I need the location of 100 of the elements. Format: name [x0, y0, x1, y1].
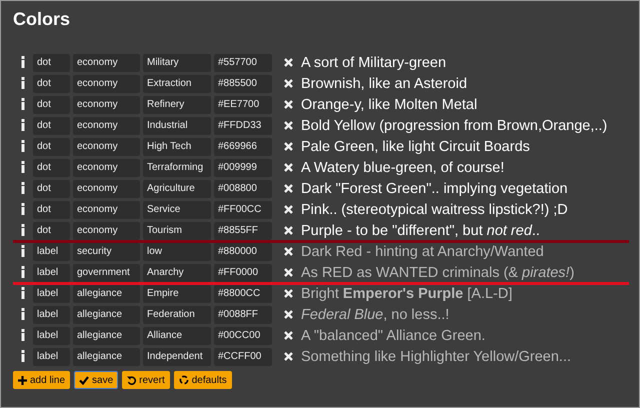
hex-field[interactable]: #8855FF	[214, 222, 272, 240]
close-icon[interactable]	[284, 58, 293, 67]
info-icon[interactable]	[21, 328, 25, 340]
close-icon[interactable]	[284, 205, 293, 214]
recycle-icon	[178, 375, 189, 385]
category-field[interactable]: economy	[73, 116, 140, 134]
type-field[interactable]: dot	[33, 96, 70, 114]
type-field[interactable]: label	[33, 326, 70, 344]
close-icon[interactable]	[284, 310, 293, 319]
close-icon[interactable]	[284, 352, 293, 361]
info-icon[interactable]	[21, 350, 25, 362]
hex-field[interactable]: #885500	[214, 74, 272, 92]
name-field[interactable]: Federation	[143, 306, 211, 324]
info-icon[interactable]	[21, 308, 25, 320]
category-field[interactable]: allegiance	[73, 348, 140, 366]
hex-field[interactable]: #8800CC	[214, 284, 272, 302]
type-field[interactable]: dot	[33, 54, 70, 72]
close-icon[interactable]	[284, 268, 293, 277]
description: Something like Highlighter Yellow/Green...	[301, 348, 572, 364]
name-field[interactable]: Industrial	[143, 116, 211, 134]
plus-icon	[18, 376, 27, 384]
type-field[interactable]: dot	[33, 222, 70, 240]
category-field[interactable]: allegiance	[73, 326, 140, 344]
name-field[interactable]: Terraforming	[143, 158, 211, 176]
toolbar-button[interactable]: add line	[13, 371, 70, 389]
hex-field[interactable]: #00CC00	[214, 326, 272, 344]
info-icon[interactable]	[21, 244, 25, 256]
hex-field[interactable]: #557700	[214, 54, 272, 72]
category-field[interactable]: economy	[73, 158, 140, 176]
info-icon[interactable]	[21, 118, 25, 130]
type-field[interactable]: dot	[33, 74, 70, 92]
close-icon[interactable]	[284, 289, 293, 298]
name-field[interactable]: Tourism	[143, 222, 211, 240]
type-field[interactable]: dot	[33, 200, 70, 218]
info-icon[interactable]	[21, 266, 25, 278]
toolbar-button[interactable]: save	[74, 371, 118, 389]
category-field[interactable]: government	[73, 264, 140, 282]
type-field[interactable]: label	[33, 242, 70, 260]
type-field[interactable]: label	[33, 264, 70, 282]
category-field[interactable]: allegiance	[73, 306, 140, 324]
info-icon[interactable]	[21, 182, 25, 194]
name-field[interactable]: Anarchy	[143, 264, 211, 282]
close-icon[interactable]	[284, 142, 293, 151]
toolbar-button[interactable]: revert	[122, 371, 170, 389]
category-field[interactable]: allegiance	[73, 284, 140, 302]
hex-field[interactable]: #CCFF00	[214, 348, 272, 366]
hex-field[interactable]: #009999	[214, 158, 272, 176]
name-field[interactable]: Extraction	[143, 74, 211, 92]
description: Bold Yellow (progression from Brown,Orange,..)	[301, 118, 608, 134]
name-field[interactable]: High Tech	[143, 138, 211, 156]
info-icon[interactable]	[21, 202, 25, 214]
info-icon[interactable]	[21, 98, 25, 110]
category-field[interactable]: security	[73, 242, 140, 260]
type-field[interactable]: label	[33, 284, 70, 302]
info-icon[interactable]	[21, 224, 25, 236]
hex-field[interactable]: #FF0000	[214, 264, 272, 282]
description: Dark Red - hinting at Anarchy/Wanted	[301, 244, 544, 260]
name-field[interactable]: Service	[143, 200, 211, 218]
close-icon[interactable]	[284, 331, 293, 340]
close-icon[interactable]	[284, 226, 293, 235]
hex-field[interactable]: #EE7700	[214, 96, 272, 114]
type-field[interactable]: label	[33, 306, 70, 324]
info-icon[interactable]	[21, 56, 25, 68]
hex-field[interactable]: #FF00CC	[214, 200, 272, 218]
category-field[interactable]: economy	[73, 180, 140, 198]
close-icon[interactable]	[284, 121, 293, 130]
close-icon[interactable]	[284, 184, 293, 193]
name-field[interactable]: Independent	[143, 348, 211, 366]
category-field[interactable]: economy	[73, 138, 140, 156]
name-field[interactable]: Agriculture	[143, 180, 211, 198]
close-icon[interactable]	[284, 79, 293, 88]
close-icon[interactable]	[284, 247, 293, 256]
category-field[interactable]: economy	[73, 74, 140, 92]
category-field[interactable]: economy	[73, 54, 140, 72]
name-field[interactable]: Empire	[143, 284, 211, 302]
hex-field[interactable]: #880000	[214, 242, 272, 260]
info-icon[interactable]	[21, 76, 25, 88]
name-field[interactable]: Military	[143, 54, 211, 72]
type-field[interactable]: dot	[33, 158, 70, 176]
description: As RED as WANTED criminals (& pirates!)	[301, 264, 574, 280]
category-field[interactable]: economy	[73, 222, 140, 240]
type-field[interactable]: label	[33, 348, 70, 366]
hex-field[interactable]: #008800	[214, 180, 272, 198]
category-field[interactable]: economy	[73, 200, 140, 218]
info-icon[interactable]	[21, 140, 25, 152]
info-icon[interactable]	[21, 286, 25, 298]
hex-field[interactable]: #FFDD33	[214, 116, 272, 134]
close-icon[interactable]	[284, 100, 293, 109]
hex-field[interactable]: #669966	[214, 138, 272, 156]
info-icon[interactable]	[21, 160, 25, 172]
toolbar-button[interactable]: defaults	[174, 371, 232, 389]
category-field[interactable]: economy	[73, 96, 140, 114]
name-field[interactable]: Alliance	[143, 326, 211, 344]
name-field[interactable]: Refinery	[143, 96, 211, 114]
type-field[interactable]: dot	[33, 116, 70, 134]
close-icon[interactable]	[284, 163, 293, 172]
name-field[interactable]: low	[143, 242, 211, 260]
type-field[interactable]: dot	[33, 180, 70, 198]
type-field[interactable]: dot	[33, 138, 70, 156]
hex-field[interactable]: #0088FF	[214, 306, 272, 324]
